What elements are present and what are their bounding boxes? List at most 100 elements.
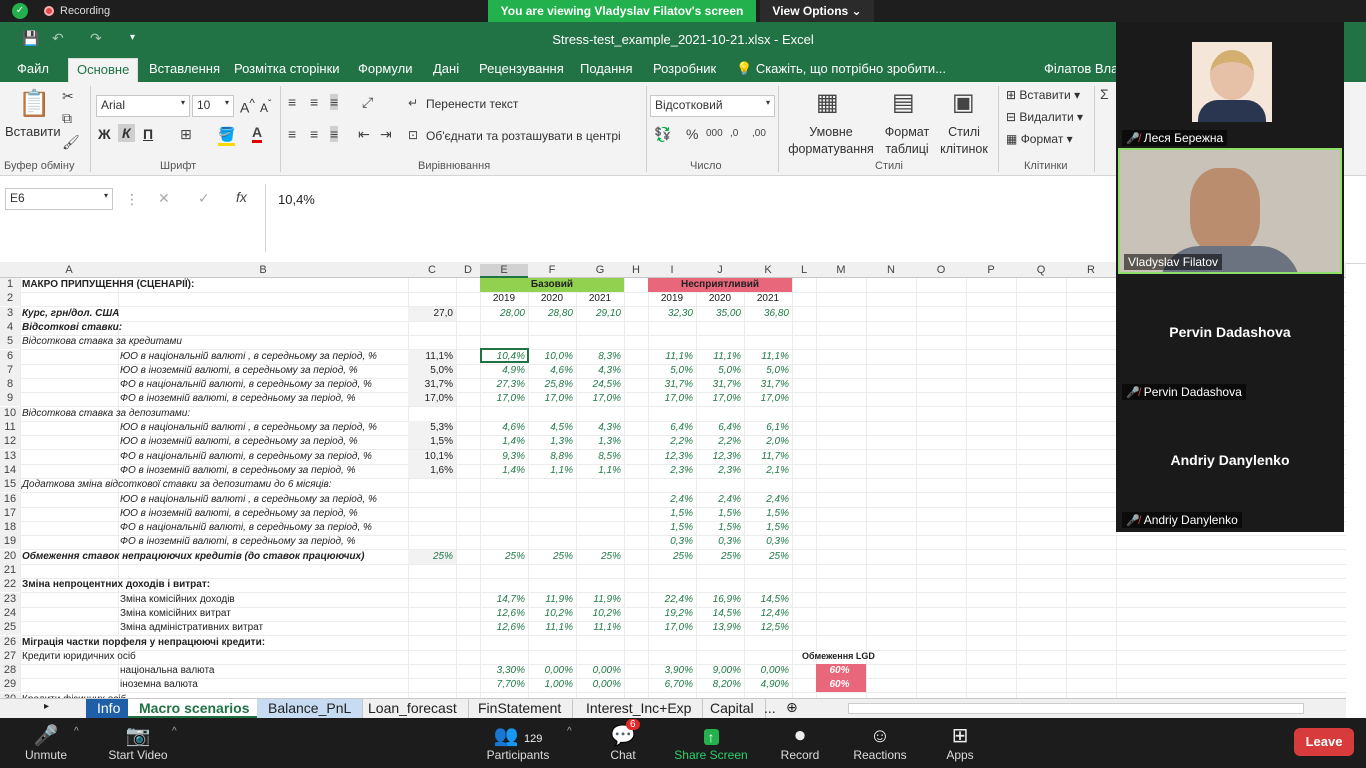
video-tile-1[interactable]: 🎤̸ Леся Бережна: [1118, 22, 1342, 148]
cell-e14[interactable]: 1,4%: [480, 464, 528, 478]
cell-a15[interactable]: Додаткова зміна відсоткової ставки за де…: [22, 478, 332, 492]
cell-k25[interactable]: 12,5%: [744, 621, 792, 635]
cell-e3[interactable]: 28,00: [480, 307, 528, 321]
cell-b8[interactable]: ФО в національній валюті, в середньому з…: [120, 378, 372, 392]
column-header[interactable]: E: [480, 264, 528, 278]
column-header[interactable]: B: [118, 264, 408, 276]
tab-developer[interactable]: Розробник: [653, 58, 716, 82]
cancel-icon[interactable]: ✕: [158, 190, 170, 207]
cell-i25[interactable]: 17,0%: [648, 621, 696, 635]
cell-j24[interactable]: 14,5%: [696, 607, 744, 621]
leave-button[interactable]: Leave: [1294, 728, 1354, 756]
row-header[interactable]: 10: [0, 406, 20, 421]
decrease-decimal-icon[interactable]: ,00: [752, 128, 766, 139]
cell-e9[interactable]: 17,0%: [480, 392, 528, 406]
cell-f6[interactable]: 10,0%: [528, 350, 576, 364]
cell-k14[interactable]: 2,1%: [744, 464, 792, 478]
cell-k6[interactable]: 11,1%: [744, 350, 792, 364]
cell-j23[interactable]: 16,9%: [696, 593, 744, 607]
format-table-button[interactable]: Формат таблиці: [878, 124, 936, 158]
participants-button[interactable]: 👥 129 Participants: [484, 724, 552, 762]
cell-b29[interactable]: іноземна валюта: [120, 678, 198, 692]
column-header[interactable]: Q: [1016, 264, 1066, 276]
reactions-button[interactable]: ☺ Reactions: [852, 724, 908, 762]
row-header[interactable]: 15: [0, 478, 20, 493]
cell-j13[interactable]: 12,3%: [696, 450, 744, 464]
cell-i11[interactable]: 6,4%: [648, 421, 696, 435]
cell-a22[interactable]: Зміна непроцентних доходів і витрат:: [22, 578, 210, 592]
user-account[interactable]: Філатов Вла: [1044, 58, 1118, 82]
cell-g11[interactable]: 4,3%: [576, 421, 624, 435]
insert-cells-button[interactable]: ⊞ Вставити ▾: [1006, 88, 1080, 102]
cell-c3[interactable]: 27,0: [408, 306, 456, 321]
tab-review[interactable]: Рецензування: [479, 58, 564, 82]
cell-i3[interactable]: 32,30: [648, 307, 696, 321]
cell-f28[interactable]: 0,00%: [528, 664, 576, 678]
cell-i18[interactable]: 1,5%: [648, 521, 696, 535]
cell-g20[interactable]: 25%: [576, 550, 624, 564]
cell-a27[interactable]: Кредити юридичних осіб: [22, 650, 136, 664]
video-tile-4[interactable]: Andriy Danylenko 🎤̸ Andriy Danylenko: [1118, 404, 1342, 530]
cell-i12[interactable]: 2,2%: [648, 435, 696, 449]
cell-f8[interactable]: 25,8%: [528, 378, 576, 392]
column-header[interactable]: H: [624, 264, 648, 276]
column-header[interactable]: R: [1066, 264, 1116, 276]
font-size-select[interactable]: 10 ▾: [192, 95, 234, 117]
cell-k11[interactable]: 6,1%: [744, 421, 792, 435]
cell-c13[interactable]: 10,1%: [408, 449, 456, 464]
cell-b18[interactable]: ФО в національній валюті, в середньому з…: [120, 521, 372, 535]
increase-indent-icon[interactable]: ⇥: [380, 126, 392, 143]
cell-i17[interactable]: 1,5%: [648, 507, 696, 521]
cell-a10[interactable]: Відсоткова ставка за депозитами:: [22, 407, 190, 421]
cell-i28[interactable]: 3,90%: [648, 664, 696, 678]
name-box[interactable]: E6 ▾: [5, 188, 113, 210]
cell-j12[interactable]: 2,2%: [696, 435, 744, 449]
view-options-button[interactable]: View Options ⌄: [760, 0, 874, 22]
more-sheets-button[interactable]: ...: [753, 699, 787, 718]
align-left-icon[interactable]: ≡: [288, 126, 296, 142]
chat-button[interactable]: 💬 Chat 6: [600, 719, 646, 762]
cell-g13[interactable]: 8,5%: [576, 450, 624, 464]
column-header[interactable]: I: [648, 264, 696, 276]
bold-button[interactable]: Ж: [98, 126, 111, 142]
cell-a26[interactable]: Міграція частки порфеля у непрацюючі кре…: [22, 636, 265, 650]
merge-center-button[interactable]: Об'єднати та розташувати в центрі: [426, 129, 621, 143]
sheet-tab-macro-scenarios[interactable]: Macro scenarios: [128, 699, 262, 718]
column-header[interactable]: F: [528, 264, 576, 276]
cell-b14[interactable]: ФО в іноземній валюті, в середньому за п…: [120, 464, 356, 478]
increase-decimal-icon[interactable]: ,0: [730, 128, 738, 139]
align-right-icon[interactable]: ≡: [330, 126, 339, 142]
horizontal-scrollbar[interactable]: [848, 703, 1304, 714]
cell-g3[interactable]: 29,10: [576, 307, 624, 321]
decrease-indent-icon[interactable]: ⇤: [358, 126, 370, 143]
cell-i29[interactable]: 6,70%: [648, 678, 696, 692]
cell-g8[interactable]: 24,5%: [576, 378, 624, 392]
security-shield-icon[interactable]: ✓: [12, 3, 28, 19]
row-header[interactable]: 8: [0, 378, 20, 393]
font-color-icon[interactable]: A: [252, 124, 263, 143]
cell-k28[interactable]: 0,00%: [744, 664, 792, 678]
cell-e28[interactable]: 3,30%: [480, 664, 528, 678]
cell-i24[interactable]: 19,2%: [648, 607, 696, 621]
insert-function-icon[interactable]: fx: [236, 189, 247, 205]
cell-k8[interactable]: 31,7%: [744, 378, 792, 392]
column-header[interactable]: C: [408, 264, 456, 276]
cell-j8[interactable]: 31,7%: [696, 378, 744, 392]
cell-k17[interactable]: 1,5%: [744, 507, 792, 521]
audio-options-caret-icon[interactable]: ^: [74, 726, 79, 737]
cell-j16[interactable]: 2,4%: [696, 493, 744, 507]
row-header[interactable]: 13: [0, 449, 20, 464]
cell-j7[interactable]: 5,0%: [696, 364, 744, 378]
cell-a1[interactable]: МАКРО ПРИПУЩЕННЯ (СЦЕНАРІЇ):: [22, 278, 194, 292]
cell-e11[interactable]: 4,6%: [480, 421, 528, 435]
sheet-tab-interest[interactable]: Interest_Inc+Exp: [575, 699, 704, 718]
cell-j11[interactable]: 6,4%: [696, 421, 744, 435]
tab-data[interactable]: Дані: [433, 58, 459, 82]
column-header[interactable]: A: [20, 264, 118, 276]
row-header[interactable]: 4: [0, 320, 20, 335]
cell-j19[interactable]: 0,3%: [696, 535, 744, 549]
cell-g25[interactable]: 11,1%: [576, 621, 624, 635]
row-header[interactable]: 2: [0, 292, 20, 307]
cell-g28[interactable]: 0,00%: [576, 664, 624, 678]
column-header[interactable]: G: [576, 264, 624, 276]
